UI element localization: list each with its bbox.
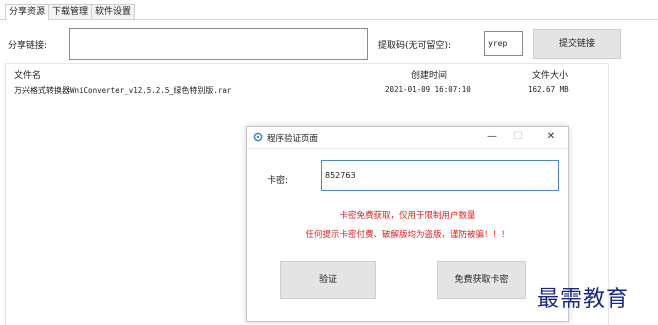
tab-software-settings[interactable]: 软件设置 (91, 4, 136, 19)
submit-link-button[interactable]: 提交链接 (533, 29, 621, 59)
app-logo-icon (253, 132, 263, 142)
tab-bar: 分享资源 下载管理 软件设置 (5, 4, 136, 20)
extract-code-input[interactable]: yrep (484, 31, 523, 56)
column-header-created-time[interactable]: 创建时间 (411, 68, 447, 81)
tab-divider (0, 19, 658, 20)
extract-code-label: 提取码(无可留空): (378, 41, 452, 51)
file-name-prefix: 万兴格式转换器 (14, 86, 70, 95)
file-name-cell: 万兴格式转换器WniConverter_v12.5.2.5_绿色特别版.rar (14, 85, 231, 96)
maximize-icon[interactable]: ☐ (510, 130, 526, 144)
file-name-ext: .rar (213, 86, 232, 95)
verify-button[interactable]: 验证 (280, 261, 376, 299)
watermark-text: 最需教育 (537, 287, 630, 312)
get-free-key-button[interactable]: 免费获取卡密 (437, 261, 526, 299)
anti-fraud-warning: 任何提示卡密付费、破解版均为盗版，谨防被骗！！！ (305, 230, 510, 240)
close-icon[interactable]: ✕ (543, 130, 559, 144)
tab-share-resources[interactable]: 分享资源 (5, 4, 50, 20)
tab-download-manager[interactable]: 下载管理 (48, 4, 93, 19)
share-link-input[interactable] (69, 28, 368, 60)
share-link-label: 分享链接: (8, 41, 48, 51)
column-header-filename[interactable]: 文件名 (14, 68, 41, 81)
free-key-notice: 卡密免费获取，仅用于限制用户数量 (339, 211, 476, 221)
file-created-cell: 2021-01-09 16:07:10 (385, 85, 471, 94)
file-name-suffix: _绿色特别版 (169, 86, 214, 95)
column-header-file-size[interactable]: 文件大小 (532, 68, 568, 81)
file-size-cell: 162.67 MB (528, 85, 569, 94)
dialog-title: 程序验证页面 (267, 134, 319, 144)
file-name-latin: WniConverter_v12.5.2.5 (70, 86, 170, 95)
verification-dialog: 程序验证页面 — ☐ ✕ 卡密: 852763 卡密免费获取，仅用于限制用户数量… (246, 126, 569, 322)
card-key-label: 卡密: (267, 176, 289, 186)
dialog-title-bar[interactable]: 程序验证页面 — ☐ ✕ (247, 127, 568, 149)
minimize-icon[interactable]: — (484, 130, 500, 144)
card-key-input[interactable]: 852763 (321, 160, 559, 191)
